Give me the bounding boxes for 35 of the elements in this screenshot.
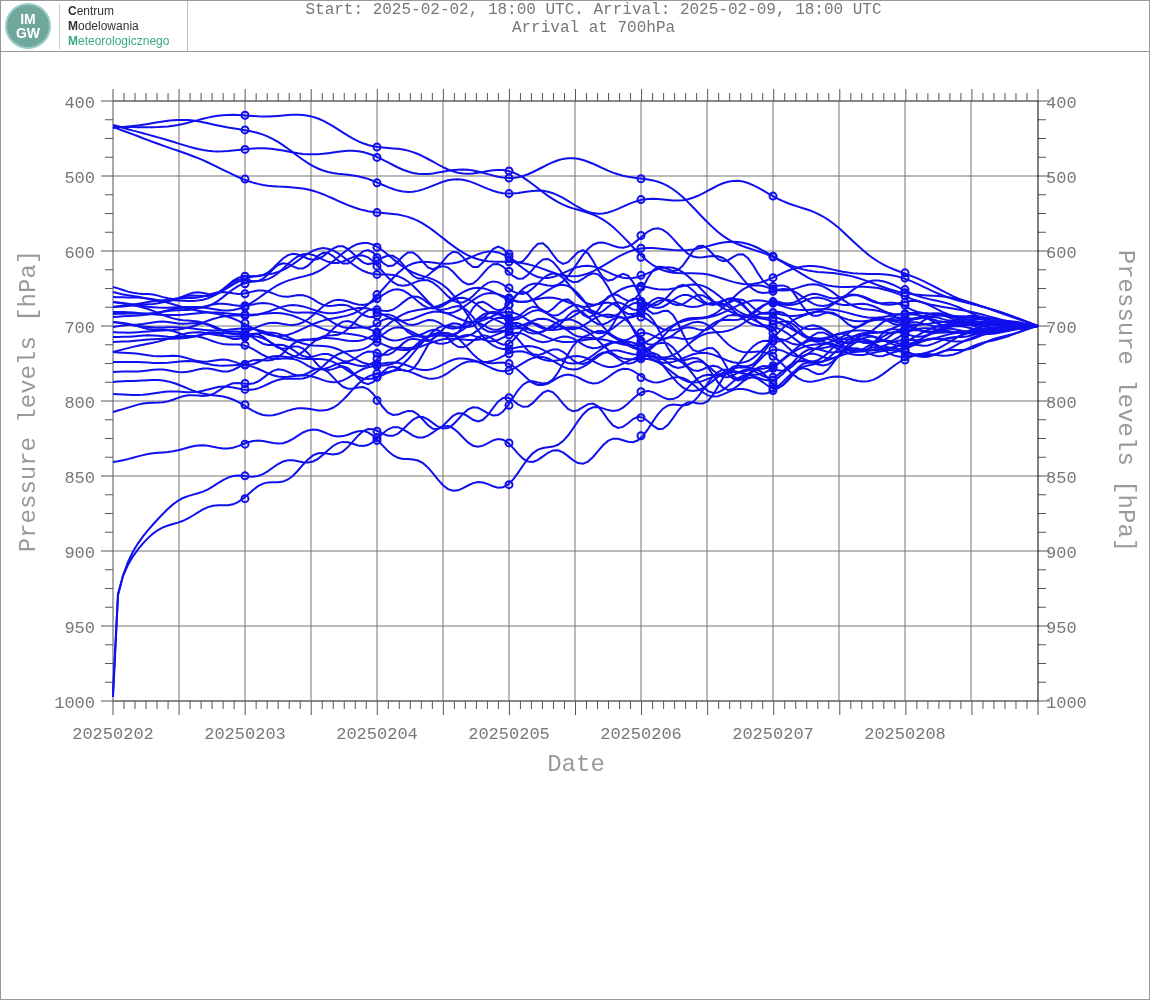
- y-tick-label: 400: [1046, 94, 1077, 113]
- chart-title: Start: 2025-02-02, 18:00 UTC. Arrival: 2025-02-09, 18:00 UTC: [305, 1, 882, 19]
- y-tick-label: 700: [64, 319, 95, 338]
- y-tick-label: 800: [64, 394, 95, 413]
- y-tick-label: 1000: [54, 694, 95, 713]
- y-tick-label: 900: [1046, 544, 1077, 563]
- y-tick-label: 850: [1046, 469, 1077, 488]
- y-tick-label: 950: [1046, 619, 1077, 638]
- x-tick-label: 20250203: [204, 725, 286, 744]
- x-tick-label: 20250208: [864, 725, 946, 744]
- logo-text: Modelowania: [68, 18, 140, 34]
- y-tick-label: 850: [64, 469, 95, 488]
- x-tick-label: 20250204: [336, 725, 418, 744]
- y-tick-label: 800: [1046, 394, 1077, 413]
- y-tick-label: 1000: [1046, 694, 1087, 713]
- x-tick-label: 20250202: [72, 725, 154, 744]
- y-tick-label: 500: [64, 169, 95, 188]
- y-tick-label: 500: [1046, 169, 1077, 188]
- y-tick-label: 600: [1046, 244, 1077, 263]
- y-tick-label: 600: [64, 244, 95, 263]
- x-axis-title: Date: [547, 751, 605, 778]
- y-tick-label: 400: [64, 94, 95, 113]
- y-tick-label: 700: [1046, 319, 1077, 338]
- y-axis-title: Pressure levels [hPa]: [1112, 249, 1139, 553]
- y-tick-label: 950: [64, 619, 95, 638]
- x-tick-label: 20250205: [468, 725, 550, 744]
- logo-text: Centrum: [68, 3, 116, 19]
- chart-title: Arrival at 700hPa: [511, 19, 676, 37]
- y-tick-label: 900: [64, 544, 95, 563]
- logo-mark: GW: [15, 26, 41, 40]
- y-axis-title: Pressure levels [hPa]: [15, 249, 42, 553]
- logo-mark: IM: [20, 12, 36, 26]
- logo-text: Meteorologicznego: [68, 33, 170, 49]
- x-tick-label: 20250207: [732, 725, 814, 744]
- x-tick-label: 20250206: [600, 725, 682, 744]
